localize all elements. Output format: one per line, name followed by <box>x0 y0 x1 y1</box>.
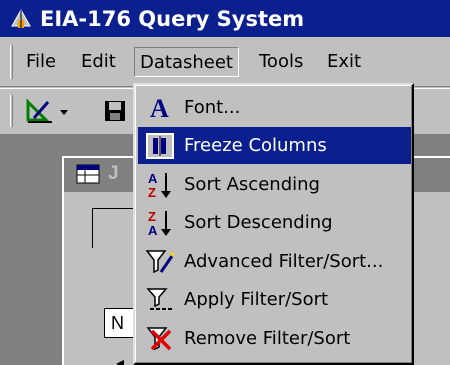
menu-file[interactable]: File <box>21 47 61 77</box>
svg-text:A: A <box>148 223 158 238</box>
svg-text:A: A <box>148 171 158 186</box>
table-icon <box>76 163 100 190</box>
remove-filter-icon <box>142 323 178 355</box>
row-selector-icon[interactable]: ◂ <box>116 353 124 365</box>
menu-item-sort-ascending-label: Sort Ascending <box>184 174 320 195</box>
datasheet-menu: A Font... Freeze Columns A Z Sort Ascend… <box>133 83 414 365</box>
svg-text:Z: Z <box>148 209 156 224</box>
menu-item-sort-descending[interactable]: Z A Sort Descending <box>138 204 411 241</box>
menu-datasheet[interactable]: Datasheet <box>134 47 239 77</box>
menu-edit-label: Edit <box>81 51 116 72</box>
menu-tools-label: Tools <box>259 51 304 72</box>
menu-exit-label: Exit <box>327 51 362 72</box>
toolbar-grip[interactable] <box>10 95 13 127</box>
menu-item-advanced-filter-label: Advanced Filter/Sort... <box>184 251 384 272</box>
design-view-button[interactable] <box>24 93 70 129</box>
menu-datasheet-label: Datasheet <box>140 52 233 73</box>
app-window: EIA-176 Query System File Edit Datasheet… <box>0 0 450 365</box>
menu-file-label: File <box>26 51 57 72</box>
svg-text:Z: Z <box>148 185 156 200</box>
menu-item-remove-filter[interactable]: Remove Filter/Sort <box>138 320 411 357</box>
menu-exit[interactable]: Exit <box>322 47 366 77</box>
title-bar[interactable]: EIA-176 Query System <box>0 0 450 37</box>
menu-item-advanced-filter[interactable]: Advanced Filter/Sort... <box>138 243 411 280</box>
menu-tools[interactable]: Tools <box>254 47 308 77</box>
menu-item-apply-filter[interactable]: Apply Filter/Sort <box>138 281 411 318</box>
app-icon[interactable] <box>10 8 32 30</box>
sort-descending-icon: Z A <box>142 207 178 239</box>
window-title: EIA-176 Query System <box>40 6 305 31</box>
menu-item-font[interactable]: A Font... <box>138 89 411 126</box>
menu-item-sort-ascending[interactable]: A Z Sort Ascending <box>138 166 411 203</box>
menu-item-freeze-columns[interactable]: Freeze Columns <box>138 127 411 164</box>
freeze-columns-icon <box>142 130 178 162</box>
menu-item-remove-filter-label: Remove Filter/Sort <box>184 328 351 349</box>
advanced-filter-icon <box>142 246 178 278</box>
sort-ascending-icon: A Z <box>142 169 178 201</box>
menu-item-sort-descending-label: Sort Descending <box>184 212 333 233</box>
apply-filter-icon <box>142 284 178 316</box>
save-icon <box>105 101 125 121</box>
menu-edit[interactable]: Edit <box>76 47 121 77</box>
grid-column-header-label: N <box>111 313 124 333</box>
chevron-down-icon[interactable] <box>58 96 70 126</box>
save-button[interactable] <box>104 93 126 129</box>
menu-item-apply-filter-label: Apply Filter/Sort <box>184 289 329 310</box>
menu-item-freeze-columns-label: Freeze Columns <box>184 135 327 156</box>
menubar-grip[interactable] <box>10 45 13 79</box>
child-title: J <box>108 163 119 184</box>
font-icon: A <box>142 92 178 124</box>
svg-text:A: A <box>150 94 169 122</box>
menu-bar: File Edit Datasheet Tools Exit <box>0 37 450 87</box>
menu-item-font-label: Font... <box>184 97 241 118</box>
design-ruler-icon <box>26 98 52 123</box>
